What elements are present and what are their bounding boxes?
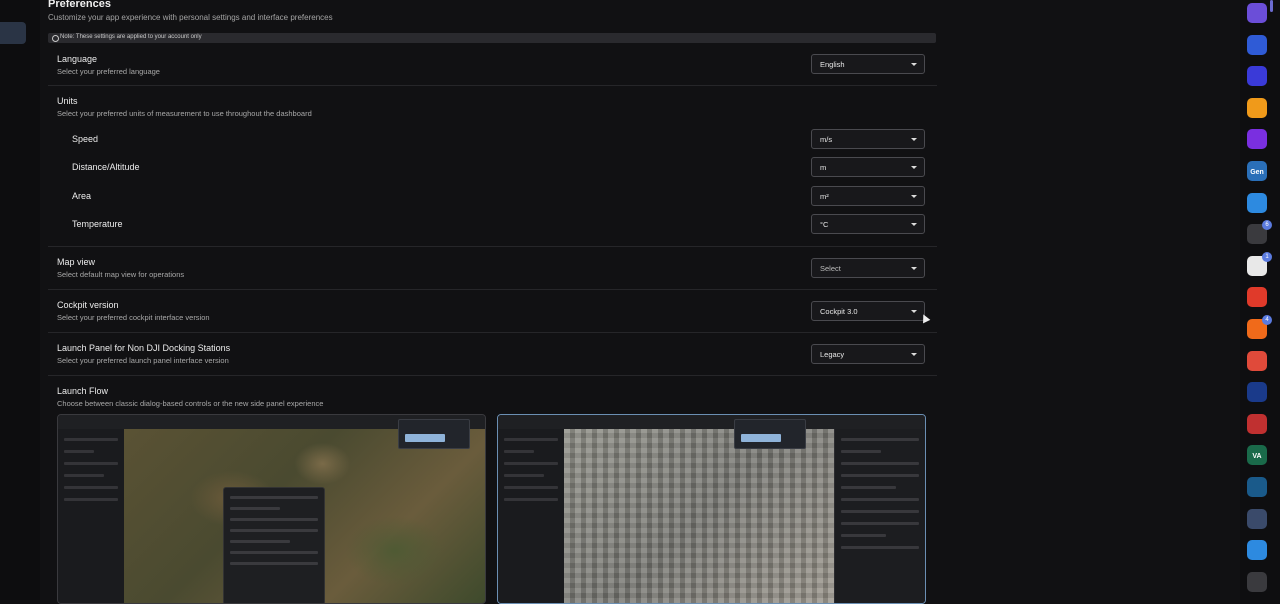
note-text: Note: These settings are applied to your… [60, 34, 202, 40]
grey-grid-icon-2[interactable] [1247, 571, 1267, 592]
chevron-down-icon [911, 63, 917, 66]
notification-badge: 1 [1262, 251, 1272, 262]
map-view-select[interactable]: Select [811, 258, 925, 278]
launch-panel-value: Legacy [820, 350, 845, 359]
note-banner: Note: These settings are applied to your… [48, 33, 936, 43]
cockpit-label: Cockpit version [57, 300, 119, 310]
divider [48, 246, 937, 247]
genesis-icon-label: Gen [1250, 169, 1264, 176]
va-icon[interactable]: VA [1247, 445, 1267, 466]
dock-scrollbar[interactable] [1270, 0, 1273, 12]
units-desc: Select your preferred units of measureme… [57, 109, 312, 118]
language-select[interactable]: English [811, 54, 925, 74]
preview-map-city [564, 429, 835, 603]
app-purple-icon[interactable] [1247, 3, 1267, 23]
chevron-down-icon [911, 223, 917, 226]
diamond-icon[interactable] [1247, 192, 1267, 213]
cockpit-select[interactable]: Cockpit 3.0 [811, 301, 925, 321]
preview-popup [398, 419, 470, 449]
notification-badge: 4 [1262, 315, 1272, 325]
distance-value: m [820, 163, 827, 172]
preview-flight-controls-panel [834, 429, 925, 603]
launch-panel-select[interactable]: Legacy [811, 344, 925, 364]
a-logo-icon[interactable] [1247, 477, 1267, 497]
map-view-desc: Select default map view for operations [57, 270, 185, 279]
divider [48, 332, 937, 333]
chevron-down-icon [911, 138, 917, 141]
launch-flow-option-classic[interactable] [57, 414, 486, 604]
orange-hex-icon[interactable] [1247, 97, 1267, 118]
plane-icon[interactable] [1247, 540, 1267, 561]
drone-blue-icon[interactable] [1247, 66, 1267, 87]
left-rail [0, 0, 40, 600]
bar-chart-icon[interactable] [1247, 413, 1267, 434]
temperature-value: °C [820, 220, 829, 229]
area-value: m² [820, 192, 829, 201]
chevron-down-icon [911, 353, 917, 356]
chevron-down-icon [911, 267, 917, 270]
temperature-select[interactable]: °C [811, 214, 925, 234]
temperature-label: Temperature [72, 219, 123, 229]
purple-ring-icon[interactable] [1247, 129, 1267, 150]
send-icon[interactable] [1247, 34, 1267, 55]
launch-flow-label: Launch Flow [57, 386, 109, 396]
chevron-down-icon [911, 310, 917, 313]
divider [48, 289, 937, 290]
info-icon [52, 35, 59, 42]
cockpit-desc: Select your preferred cockpit interface … [57, 313, 210, 322]
speed-label: Speed [72, 134, 99, 144]
launch-flow-desc: Choose between classic dialog-based cont… [57, 399, 324, 408]
map-view-value: Select [820, 264, 841, 273]
language-label: Language [57, 54, 98, 64]
distance-select[interactable]: m [811, 157, 925, 177]
cockpit-value: Cockpit 3.0 [820, 307, 858, 316]
preferences-panel: Preferences Customize your app experienc… [48, 0, 938, 604]
preview-sidebar [498, 429, 564, 603]
divider [48, 375, 937, 376]
genesis-icon[interactable]: Gen [1247, 161, 1267, 181]
preview-topbar [498, 415, 925, 430]
record-icon[interactable] [1247, 350, 1267, 371]
area-select[interactable]: m² [811, 186, 925, 206]
globe-icon[interactable] [1247, 508, 1267, 529]
launch-panel-desc: Select your preferred launch panel inter… [57, 356, 229, 365]
chevron-down-icon [911, 195, 917, 198]
launch-flow-option-side-panel[interactable] [497, 414, 926, 604]
language-value: English [820, 60, 845, 69]
preview-dialog [223, 487, 325, 603]
chevron-down-icon [911, 166, 917, 169]
left-rail-active-item[interactable] [0, 22, 26, 44]
preview-popup [734, 419, 806, 449]
page-title: Preferences [48, 0, 111, 10]
page-subtitle: Customize your app experience with perso… [48, 13, 333, 22]
divider [48, 85, 937, 86]
s-logo-icon[interactable] [1247, 382, 1267, 403]
units-label: Units [57, 96, 78, 106]
area-label: Area [72, 191, 92, 201]
alarm-icon[interactable] [1247, 287, 1267, 308]
va-icon-label: VA [1252, 453, 1262, 461]
language-desc: Select your preferred language [57, 67, 160, 76]
speed-select[interactable]: m/s [811, 129, 925, 149]
distance-label: Distance/Altitude [72, 162, 140, 172]
preview-sidebar [58, 429, 124, 603]
speed-value: m/s [820, 135, 833, 144]
map-view-label: Map view [57, 257, 96, 267]
launch-panel-label: Launch Panel for Non DJI Docking Station… [57, 343, 231, 353]
